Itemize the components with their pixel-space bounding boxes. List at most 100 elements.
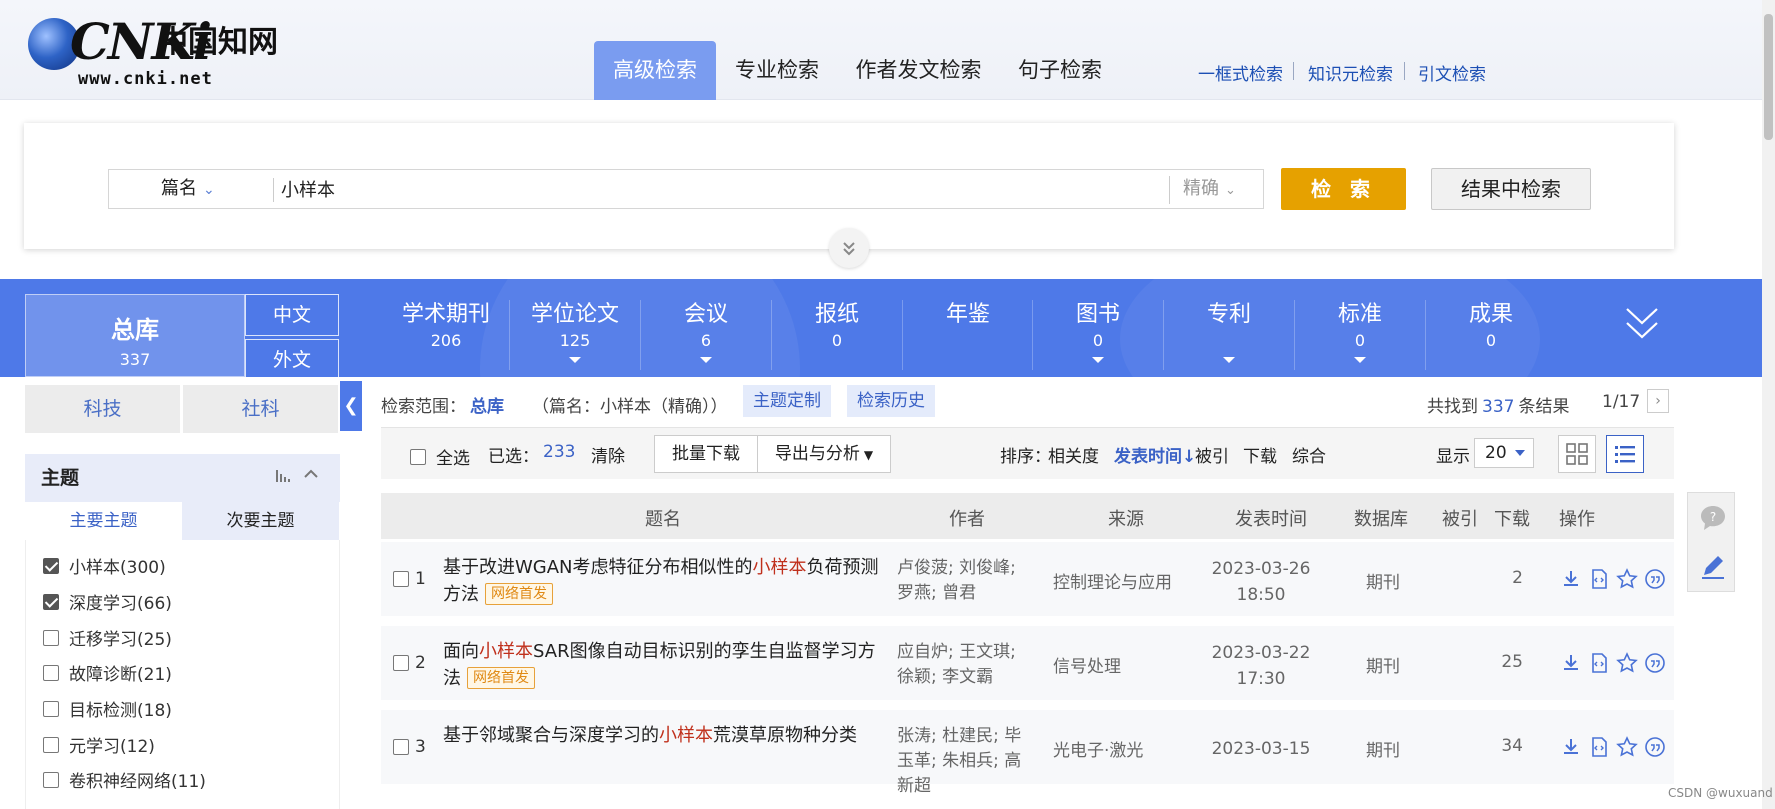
sort-citations[interactable]: 被引 (1195, 442, 1229, 467)
lang-chinese-tab[interactable]: 中文 (245, 294, 339, 336)
checkbox[interactable] (43, 737, 59, 753)
sort-publish-date[interactable]: 发表时间↓ (1114, 442, 1196, 467)
favorite-star-icon[interactable] (1616, 568, 1638, 590)
result-authors[interactable]: 卢俊菠; 刘俊峰; 罗燕; 曾君 (897, 556, 1037, 606)
result-title[interactable]: 面向小样本SAR图像自动目标识别的孪生自监督学习方法 网络首发 (443, 638, 883, 692)
facet-item[interactable]: 深度学习(66) (43, 592, 172, 616)
lang-foreign-tab[interactable]: 外文 (245, 339, 339, 377)
db-theses[interactable]: 学位论文 125 (510, 300, 640, 352)
tab-main-topic[interactable]: 主要主题 (25, 502, 182, 540)
checkbox[interactable] (43, 558, 59, 574)
tab-advanced-search[interactable]: 高级检索 (594, 41, 716, 100)
checkbox[interactable] (43, 630, 59, 646)
result-title[interactable]: 基于改进WGAN考虑特征分布相似性的小样本负荷预测方法 网络首发 (443, 554, 883, 608)
expand-databases-icon[interactable] (1625, 305, 1665, 345)
search-within-results-button[interactable]: 结果中检索 (1431, 168, 1591, 210)
match-select[interactable]: 精确 ⌄ (1183, 170, 1236, 208)
tab-secondary-topic[interactable]: 次要主题 (182, 502, 339, 540)
facet-item[interactable]: 卷积神经网络(11) (43, 770, 206, 794)
scrollbar[interactable] (1762, 0, 1775, 809)
topic-group-header[interactable]: 主题 (25, 454, 340, 502)
expand-toggle[interactable] (829, 228, 869, 268)
download-icon[interactable] (1560, 568, 1582, 590)
checkbox[interactable] (410, 449, 426, 465)
facet-item[interactable]: 目标检测(18) (43, 699, 172, 723)
sort-downloads[interactable]: 下载 (1243, 442, 1277, 467)
sort-comprehensive[interactable]: 综合 (1292, 442, 1326, 467)
html-read-icon[interactable] (1588, 568, 1610, 590)
search-history-button[interactable]: 检索历史 (847, 385, 935, 417)
db-journals[interactable]: 学术期刊 206 (381, 300, 511, 352)
result-authors[interactable]: 应自炉; 王文琪; 徐颖; 李文霸 (897, 640, 1037, 690)
db-books[interactable]: 图书 0 (1033, 300, 1163, 352)
cnki-logo[interactable]: CNKi 中国知网 www.cnki.net (28, 14, 288, 88)
search-input[interactable] (279, 173, 1269, 205)
found-count: 337 (1482, 397, 1515, 417)
edit-pen-icon[interactable] (1698, 551, 1728, 585)
select-all-checkbox[interactable]: 全选 (410, 444, 470, 469)
sort-relevance[interactable]: 相关度 (1048, 442, 1099, 467)
sidebar-tab-social[interactable]: 社科 (183, 385, 338, 433)
chevron-up-icon[interactable] (303, 466, 319, 486)
quote-icon[interactable] (1644, 736, 1666, 758)
download-icon[interactable] (1560, 736, 1582, 758)
chevron-right-icon: › (1655, 393, 1661, 409)
db-standards[interactable]: 标准 0 (1295, 300, 1425, 352)
result-title[interactable]: 基于邻域聚合与深度学习的小样本荒漠草原物种分类 (443, 722, 883, 749)
db-achievements[interactable]: 成果 0 (1426, 300, 1556, 352)
row-checkbox[interactable] (393, 655, 409, 671)
quote-icon[interactable] (1644, 652, 1666, 674)
field-select[interactable]: 篇名 ⌄ (109, 170, 273, 208)
db-count: 206 (430, 331, 462, 350)
list-view-button[interactable] (1606, 435, 1644, 473)
tab-sentence-search[interactable]: 句子检索 (1010, 41, 1110, 100)
result-source[interactable]: 信号处理 (1053, 652, 1121, 677)
next-page-button[interactable]: › (1647, 389, 1669, 413)
checkbox[interactable] (43, 594, 59, 610)
topic-custom-button[interactable]: 主题定制 (743, 385, 831, 417)
column-header: 数据库 (1354, 509, 1408, 530)
row-checkbox[interactable] (393, 739, 409, 755)
scroll-thumb[interactable] (1764, 14, 1773, 140)
facet-item[interactable]: 元学习(12) (43, 735, 155, 759)
facet-item[interactable]: 故障诊断(21) (43, 663, 172, 687)
collapse-sidebar-button[interactable]: ❮ (340, 381, 362, 431)
selected-count[interactable]: 233 (543, 442, 575, 462)
tab-professional-search[interactable]: 专业检索 (728, 41, 826, 100)
db-newspapers[interactable]: 报纸 0 (772, 300, 902, 352)
favorite-star-icon[interactable] (1616, 736, 1638, 758)
checkbox[interactable] (43, 701, 59, 717)
grid-view-button[interactable] (1558, 435, 1596, 473)
search-button[interactable]: 检 索 (1281, 168, 1406, 210)
result-source[interactable]: 控制理论与应用 (1053, 568, 1172, 593)
db-yearbooks[interactable]: 年鉴 (903, 300, 1033, 330)
link-citation-search[interactable]: 引文检索 (1418, 60, 1486, 85)
batch-download-button[interactable]: 批量下载 (654, 435, 758, 473)
divider (1169, 176, 1170, 204)
checkbox[interactable] (43, 772, 59, 788)
result-authors[interactable]: 张涛; 杜建民; 毕玉革; 朱相兵; 高新超 (897, 724, 1037, 799)
row-number: 1 (415, 569, 426, 589)
favorite-star-icon[interactable] (1616, 652, 1638, 674)
clear-selection-button[interactable]: 清除 (591, 442, 625, 467)
link-knowledge-search[interactable]: 知识元检索 (1308, 60, 1393, 85)
link-simple-search[interactable]: 一框式检索 (1198, 60, 1283, 85)
export-analysis-dropdown[interactable]: 导出与分析 ▼ (757, 435, 891, 473)
page-size-select[interactable]: 20 (1474, 438, 1534, 468)
quote-icon[interactable] (1644, 568, 1666, 590)
search-scope: 检索范围： 总库 （篇名：小样本（精确）） (381, 392, 728, 417)
row-checkbox[interactable] (393, 571, 409, 587)
checkbox[interactable] (43, 665, 59, 681)
facet-item[interactable]: 小样本(300) (43, 556, 166, 580)
db-conferences[interactable]: 会议 6 (641, 300, 771, 352)
download-icon[interactable] (1560, 652, 1582, 674)
chat-bubble-icon[interactable]: ? (1698, 503, 1728, 537)
bar-chart-icon[interactable] (275, 468, 291, 488)
sidebar-tab-science[interactable]: 科技 (25, 385, 180, 433)
html-read-icon[interactable] (1588, 736, 1610, 758)
facet-item[interactable]: 迁移学习(25) (43, 628, 172, 652)
tab-author-search[interactable]: 作者发文检索 (850, 41, 987, 100)
result-source[interactable]: 光电子·激光 (1053, 736, 1143, 761)
db-patents[interactable]: 专利 (1164, 300, 1294, 330)
html-read-icon[interactable] (1588, 652, 1610, 674)
